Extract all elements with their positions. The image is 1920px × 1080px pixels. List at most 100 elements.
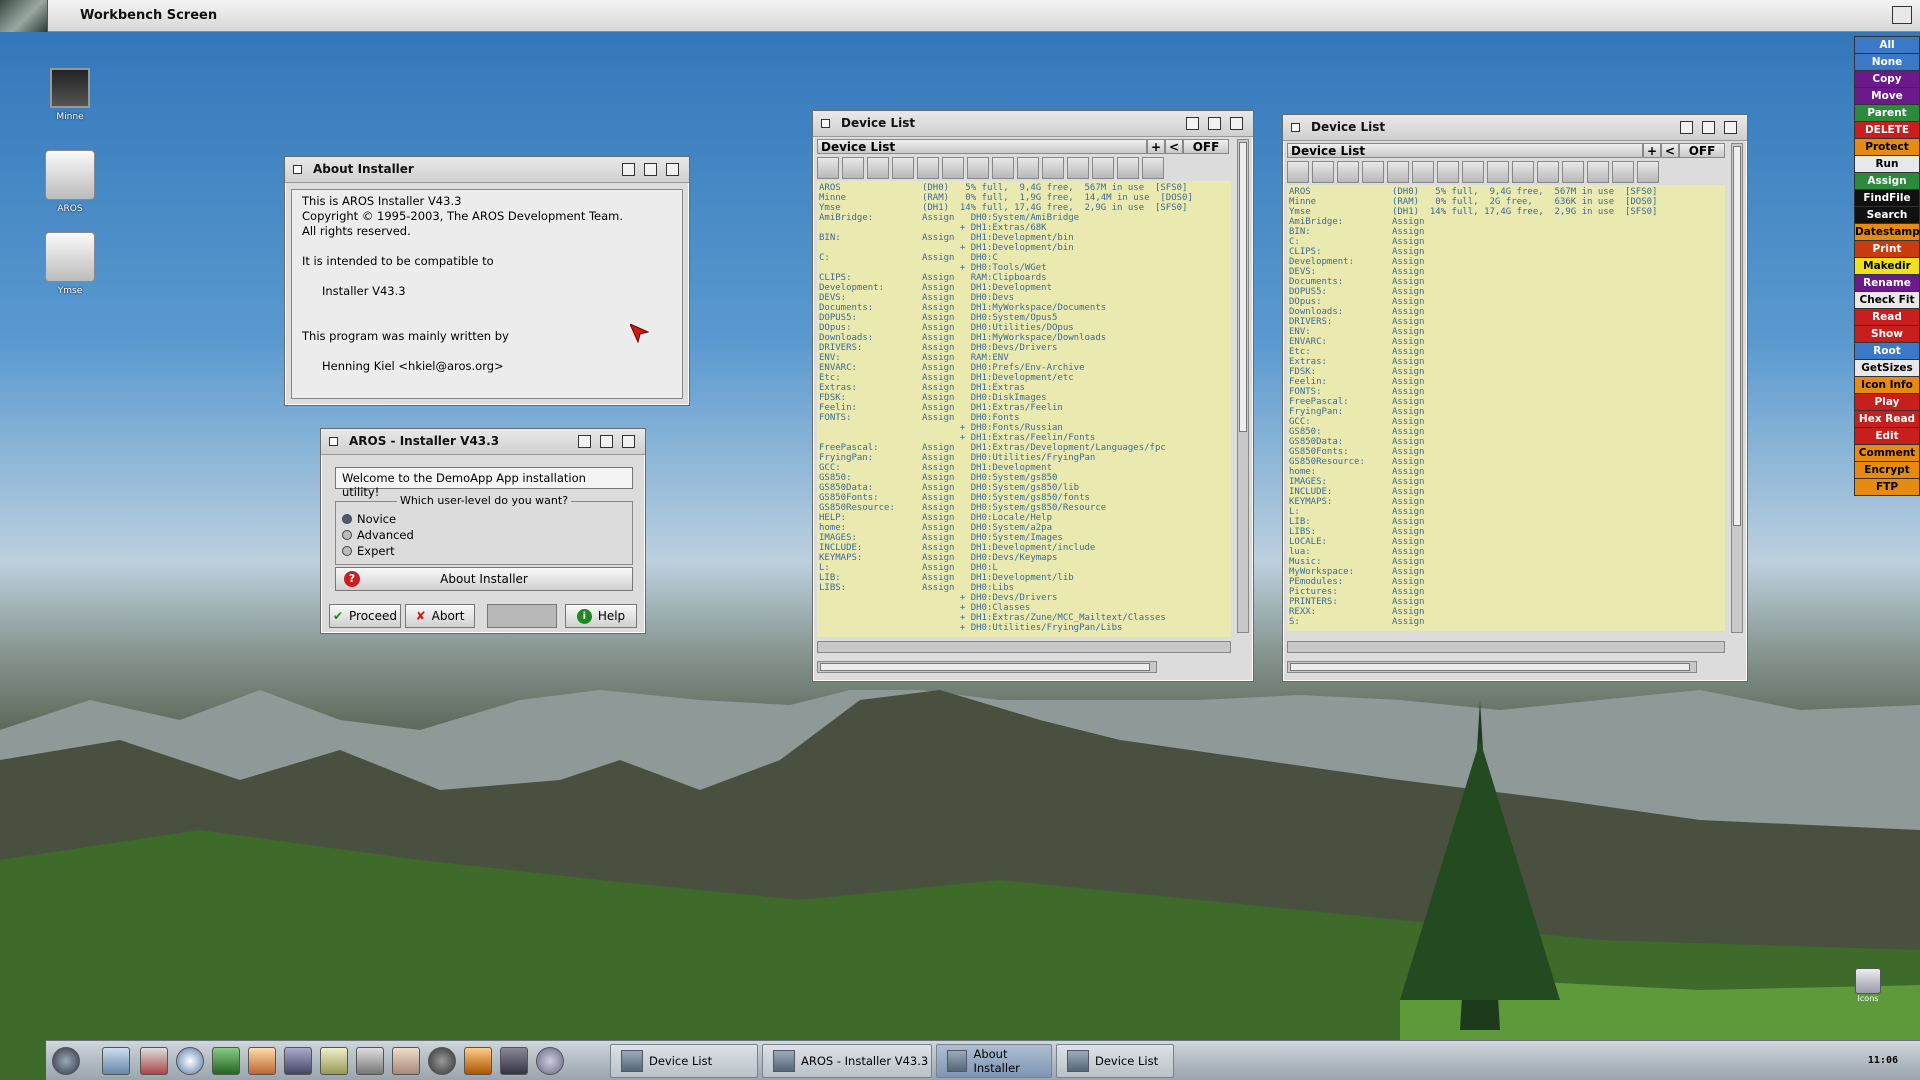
toolbar-icon[interactable] — [1562, 161, 1584, 183]
bank-button-move[interactable]: Move — [1854, 88, 1920, 105]
toolbar-icon[interactable] — [867, 157, 889, 179]
toolbar-icon[interactable] — [842, 157, 864, 179]
drive-icon[interactable] — [102, 1047, 130, 1075]
abort-button[interactable]: ✘ Abort — [405, 604, 475, 628]
window-titlebar[interactable]: Device List — [1283, 115, 1747, 141]
vertical-scrollbar[interactable] — [1731, 143, 1743, 633]
lister-off-button[interactable]: OFF — [1679, 143, 1725, 158]
toolbar-icon[interactable] — [1537, 161, 1559, 183]
bank-button-protect[interactable]: Protect — [1854, 139, 1920, 156]
bank-button-rename[interactable]: Rename — [1854, 275, 1920, 292]
lister-off-button[interactable]: OFF — [1183, 139, 1229, 154]
bank-button-icon-info[interactable]: Icon Info — [1854, 377, 1920, 394]
zoom-icon[interactable] — [1208, 117, 1221, 130]
toolbar-icon[interactable] — [1017, 157, 1039, 179]
aros-logo-icon[interactable] — [0, 0, 48, 32]
desktop-icon-aros[interactable]: AROS — [30, 150, 110, 214]
icons-drawer[interactable]: Icons — [1848, 968, 1888, 1003]
depth-icon[interactable] — [622, 435, 635, 448]
toolbar-icon[interactable] — [1067, 157, 1089, 179]
bank-button-copy[interactable]: Copy — [1854, 71, 1920, 88]
close-icon[interactable] — [329, 437, 338, 446]
bank-button-comment[interactable]: Comment — [1854, 445, 1920, 462]
toolbar-icon[interactable] — [967, 157, 989, 179]
bank-button-datestamp[interactable]: Datestamp — [1854, 224, 1920, 241]
about-installer-button[interactable]: ? About Installer — [335, 567, 633, 591]
device-list-content[interactable]: AROS (DH0) 5% full, 9,4G free, 567M in u… — [817, 181, 1231, 637]
keyboard-icon[interactable] — [320, 1047, 348, 1075]
bank-button-check-fit[interactable]: Check Fit — [1854, 292, 1920, 309]
close-icon[interactable] — [1291, 123, 1300, 132]
toolbar-icon[interactable] — [817, 157, 839, 179]
close-icon[interactable] — [293, 165, 302, 174]
toolbar-icon[interactable] — [1092, 157, 1114, 179]
toolbar-icon[interactable] — [1487, 161, 1509, 183]
iconify-icon[interactable] — [1186, 117, 1199, 130]
proceed-button[interactable]: ✔ Proceed — [329, 604, 401, 628]
toolbar-icon[interactable] — [992, 157, 1014, 179]
task-about-installer[interactable]: About Installer — [936, 1044, 1052, 1078]
toolbar-icon[interactable] — [1362, 161, 1384, 183]
bank-button-play[interactable]: Play — [1854, 394, 1920, 411]
bank-button-search[interactable]: Search — [1854, 207, 1920, 224]
aros-menu-icon[interactable] — [52, 1047, 80, 1075]
scroll-knob[interactable] — [1239, 142, 1247, 432]
bank-button-root[interactable]: Root — [1854, 343, 1920, 360]
close-icon[interactable] — [821, 119, 830, 128]
desktop-icon-ymse[interactable]: Ymse — [30, 232, 110, 296]
toolbar-icon[interactable] — [1462, 161, 1484, 183]
bank-button-parent[interactable]: Parent — [1854, 105, 1920, 122]
bank-button-print[interactable]: Print — [1854, 241, 1920, 258]
bank-button-all[interactable]: All — [1854, 37, 1920, 54]
iconify-icon[interactable] — [622, 163, 635, 176]
task-device-list-1[interactable]: Device List — [610, 1044, 758, 1078]
paint-icon[interactable] — [248, 1047, 276, 1075]
radio-advanced[interactable]: Advanced — [342, 528, 414, 542]
toolbar-icon[interactable] — [1412, 161, 1434, 183]
vertical-scrollbar[interactable] — [1237, 139, 1249, 633]
toolbar-icon[interactable] — [1637, 161, 1659, 183]
lister-back-button[interactable]: < — [1661, 143, 1679, 158]
toolbar-icon[interactable] — [1287, 161, 1309, 183]
tools-icon[interactable] — [356, 1047, 384, 1075]
iconify-icon[interactable] — [1680, 121, 1693, 134]
bank-button-delete[interactable]: DELETE — [1854, 122, 1920, 139]
system-icon[interactable] — [140, 1047, 168, 1075]
bank-button-show[interactable]: Show — [1854, 326, 1920, 343]
game-icon[interactable] — [500, 1047, 528, 1075]
bank-button-none[interactable]: None — [1854, 54, 1920, 71]
bank-button-getsizes[interactable]: GetSizes — [1854, 360, 1920, 377]
browser-icon[interactable] — [176, 1047, 204, 1075]
zoom-icon[interactable] — [1702, 121, 1715, 134]
bank-button-findfile[interactable]: FindFile — [1854, 190, 1920, 207]
scroll-knob[interactable] — [820, 663, 1150, 671]
help-button[interactable]: i Help — [565, 604, 637, 628]
depth-icon[interactable] — [666, 163, 679, 176]
toolbar-icon[interactable] — [1117, 157, 1139, 179]
lister-plus-button[interactable]: + — [1643, 143, 1661, 158]
horizontal-scrollbar[interactable] — [817, 661, 1157, 673]
radio-novice[interactable]: Novice — [342, 512, 396, 526]
task-device-list-2[interactable]: Device List — [1056, 1044, 1174, 1078]
toolbar-icon[interactable] — [1142, 157, 1164, 179]
depth-icon[interactable] — [1230, 117, 1243, 130]
bank-button-makedir[interactable]: Makedir — [1854, 258, 1920, 275]
window-titlebar[interactable]: AROS - Installer V43.3 — [321, 429, 645, 455]
calculator-icon[interactable] — [284, 1047, 312, 1075]
task-installer[interactable]: AROS - Installer V43.3 — [762, 1044, 932, 1078]
frying-pan-icon[interactable] — [428, 1047, 456, 1075]
toolbar-icon[interactable] — [1042, 157, 1064, 179]
iconify-icon[interactable] — [578, 435, 591, 448]
path-field[interactable] — [817, 641, 1231, 653]
toolbar-icon[interactable] — [1312, 161, 1334, 183]
toolbar-icon[interactable] — [892, 157, 914, 179]
bank-button-assign[interactable]: Assign — [1854, 173, 1920, 190]
horizontal-scrollbar[interactable] — [1287, 661, 1697, 673]
lister-plus-button[interactable]: + — [1147, 139, 1165, 154]
desktop-icon-minne[interactable]: Minne — [30, 68, 110, 122]
window-titlebar[interactable]: About Installer — [285, 157, 689, 183]
toolbar-icon[interactable] — [1337, 161, 1359, 183]
bank-button-run[interactable]: Run — [1854, 156, 1920, 173]
toolbar-icon[interactable] — [1437, 161, 1459, 183]
scroll-knob[interactable] — [1290, 663, 1690, 671]
